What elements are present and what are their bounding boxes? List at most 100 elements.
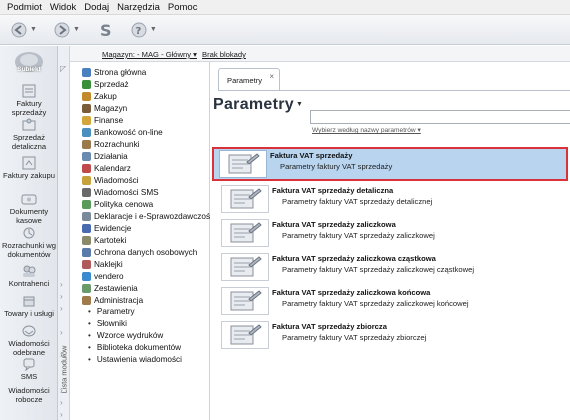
close-icon[interactable]: ×	[269, 72, 274, 81]
chevron-right-icon[interactable]: ›	[60, 280, 63, 289]
list-item[interactable]: Faktura VAT sprzedaży zaliczkowa Paramet…	[214, 217, 570, 249]
tree-sub-biblioteka-dokumentow[interactable]: Biblioteka dokumentów	[88, 343, 181, 352]
item-subtitle: Parametry faktury VAT sprzedaży detalicz…	[282, 197, 433, 206]
tree-label: Działania	[94, 152, 128, 161]
chevron-right-icon[interactable]: ›	[60, 304, 63, 313]
page-title[interactable]: Parametry ▼	[213, 96, 303, 114]
tree-item-kartoteki[interactable]: Kartoteki	[82, 235, 126, 246]
list-item[interactable]: Faktura VAT sprzedaży zbiorcza Parametry…	[214, 319, 570, 351]
tree-item-bankowosc[interactable]: Bankowość on-line	[82, 127, 163, 138]
tree-item-zakup[interactable]: Zakup	[82, 91, 117, 102]
menu-pomoc[interactable]: Pomoc	[164, 2, 202, 13]
chevron-down-icon[interactable]: ▼	[30, 26, 37, 33]
tree-label: Rozrachunki	[94, 140, 140, 149]
tree-item-ochrona-danych[interactable]: Ochrona danych osobowych	[82, 247, 197, 258]
tree-sub-slowniki[interactable]: Słowniki	[88, 319, 127, 328]
svg-text:S: S	[100, 21, 112, 39]
nav-faktury-sprzedazy[interactable]: Faktury sprzedaży	[0, 84, 58, 117]
goods-icon	[23, 296, 35, 307]
tree-label: Bankowość on-line	[94, 128, 163, 137]
nav-sms[interactable]: SMS	[0, 357, 58, 381]
list-item[interactable]: Faktura VAT sprzedaży zaliczkowa końcowa…	[214, 285, 570, 317]
item-subtitle: Parametry faktury VAT sprzedaży zaliczko…	[282, 299, 469, 308]
settlements-icon	[23, 227, 35, 239]
list-item[interactable]: Faktura VAT sprzedaży zaliczkowa cząstko…	[214, 251, 570, 283]
tree-item-magazyn[interactable]: Magazyn	[82, 103, 127, 114]
menu-podmiot[interactable]: Podmiot	[3, 2, 46, 13]
currency-button[interactable]: S	[96, 21, 114, 39]
filter-by-name-link[interactable]: Wybierz według nazwy parametrów ▾	[312, 126, 421, 134]
tree-item-wiadomosci[interactable]: Wiadomości	[82, 175, 139, 186]
tree-item-ewidencje[interactable]: Ewidencje	[82, 223, 131, 234]
tree-item-administracja[interactable]: Administracja	[82, 295, 143, 306]
tree-sub-wzorce-wydrukow[interactable]: Wzorce wydruków	[88, 331, 163, 340]
module-list-label: Lista modułów	[59, 345, 69, 394]
messages-icon	[82, 176, 91, 185]
chevron-right-icon[interactable]: ›	[60, 328, 63, 337]
module-list-strip[interactable]: ◸ › › › › › › › › Lista modułów	[58, 46, 70, 420]
tab-parametry[interactable]: Parametry ×	[218, 68, 280, 90]
list-item[interactable]: Faktura VAT sprzedaży detaliczna Paramet…	[214, 183, 570, 215]
nav-towary-i-uslugi[interactable]: Towary i usługi	[0, 294, 58, 318]
page-title-text: Parametry	[213, 96, 294, 113]
calendar-icon	[82, 164, 91, 173]
tree-label: Kartoteki	[94, 236, 127, 245]
tree-sub-parametry[interactable]: Parametry	[88, 307, 135, 316]
chevron-right-icon[interactable]: ›	[60, 410, 63, 419]
item-title: Faktura VAT sprzedaży zaliczkowa cząstko…	[272, 254, 436, 263]
stickers-icon	[82, 260, 91, 269]
back-button[interactable]: ▼	[10, 21, 37, 39]
nav-wiadomosci-robocze[interactable]: Wiadomości robocze	[0, 386, 58, 404]
navigation-tree: Strona główna Sprzedaż Zakup Magazyn Fin…	[70, 62, 214, 420]
menu-widok[interactable]: Widok	[46, 2, 80, 13]
chevron-right-icon[interactable]: ›	[60, 398, 63, 407]
nav-label: Wiadomości odebrane	[8, 339, 50, 357]
forward-button[interactable]: ▼	[53, 21, 80, 39]
tree-label: vendero	[94, 272, 124, 281]
chevron-down-icon[interactable]: ▼	[150, 26, 157, 33]
nav-wiadomosci-odebrane[interactable]: Wiadomości odebrane	[0, 324, 58, 357]
toolbar: ▼ ▼ S ? ▼	[0, 15, 570, 45]
warehouse-selector[interactable]: Magazyn: - MAG - Główny ▾	[102, 50, 197, 59]
menu-narzedzia[interactable]: Narzędzia	[113, 2, 164, 13]
tree-item-strona-glowna[interactable]: Strona główna	[82, 67, 146, 78]
nav-kontrahenci[interactable]: Kontrahenci	[0, 264, 58, 288]
chevron-right-icon[interactable]: ›	[60, 292, 63, 301]
tree-item-rozrachunki[interactable]: Rozrachunki	[82, 139, 140, 150]
tree-label: Sprzedaż	[94, 80, 129, 89]
nav-label: Faktury zakupu	[3, 171, 55, 180]
data-protection-icon	[82, 248, 91, 257]
subiekt-logo[interactable]: Subiekt	[4, 50, 54, 76]
pin-icon[interactable]: ◸	[60, 64, 66, 73]
tree-item-naklejki[interactable]: Naklejki	[82, 259, 123, 270]
warehouse-bar: Magazyn: - MAG - Główny ▾ Brak blokady	[70, 46, 570, 62]
document-icon	[221, 185, 269, 213]
tree-sub-ustawienia-wiadomosci[interactable]: Ustawienia wiadomości	[88, 355, 182, 364]
nav-faktury-zakupu[interactable]: Faktury zakupu	[0, 156, 58, 180]
tree-item-dzialania[interactable]: Działania	[82, 151, 128, 162]
forward-icon	[54, 22, 70, 37]
nav-rozrachunki-wg-dokumentow[interactable]: Rozrachunki wg dokumentów	[0, 226, 58, 259]
chevron-down-icon[interactable]: ▼	[73, 26, 80, 33]
item-title: Faktura VAT sprzedaży detaliczna	[272, 186, 394, 195]
item-title: Faktura VAT sprzedaży zbiorcza	[272, 322, 387, 331]
search-input[interactable]	[310, 110, 570, 124]
main-content: Parametry × Parametry ▼ Wybierz według na…	[210, 62, 570, 420]
tree-item-zestawienia[interactable]: Zestawienia	[82, 283, 138, 294]
purchase-invoice-icon	[22, 156, 36, 170]
contractors-icon	[23, 265, 36, 277]
tree-item-deklaracje[interactable]: Deklaracje i e-Sprawozdawczość	[82, 211, 214, 222]
tree-item-kalendarz[interactable]: Kalendarz	[82, 163, 131, 174]
tree-item-wiadomosci-sms[interactable]: Wiadomości SMS	[82, 187, 159, 198]
tree-item-vendero[interactable]: vendero	[82, 271, 124, 282]
nav-dokumenty-kasowe[interactable]: Dokumenty kasowe	[0, 192, 58, 225]
nav-label: Dokumenty kasowe	[9, 207, 49, 225]
nav-sprzedaz-detaliczna[interactable]: Sprzedaż detaliczna	[0, 118, 58, 151]
help-button[interactable]: ? ▼	[130, 21, 157, 39]
lock-status-link[interactable]: Brak blokady	[202, 50, 246, 59]
menu-dodaj[interactable]: Dodaj	[80, 2, 113, 13]
tree-item-finanse[interactable]: Finanse	[82, 115, 123, 126]
tree-item-polityka-cenowa[interactable]: Polityka cenowa	[82, 199, 153, 210]
list-item[interactable]: Faktura VAT sprzedaży Parametry faktury …	[212, 147, 568, 181]
tree-item-sprzedaz[interactable]: Sprzedaż	[82, 79, 129, 90]
